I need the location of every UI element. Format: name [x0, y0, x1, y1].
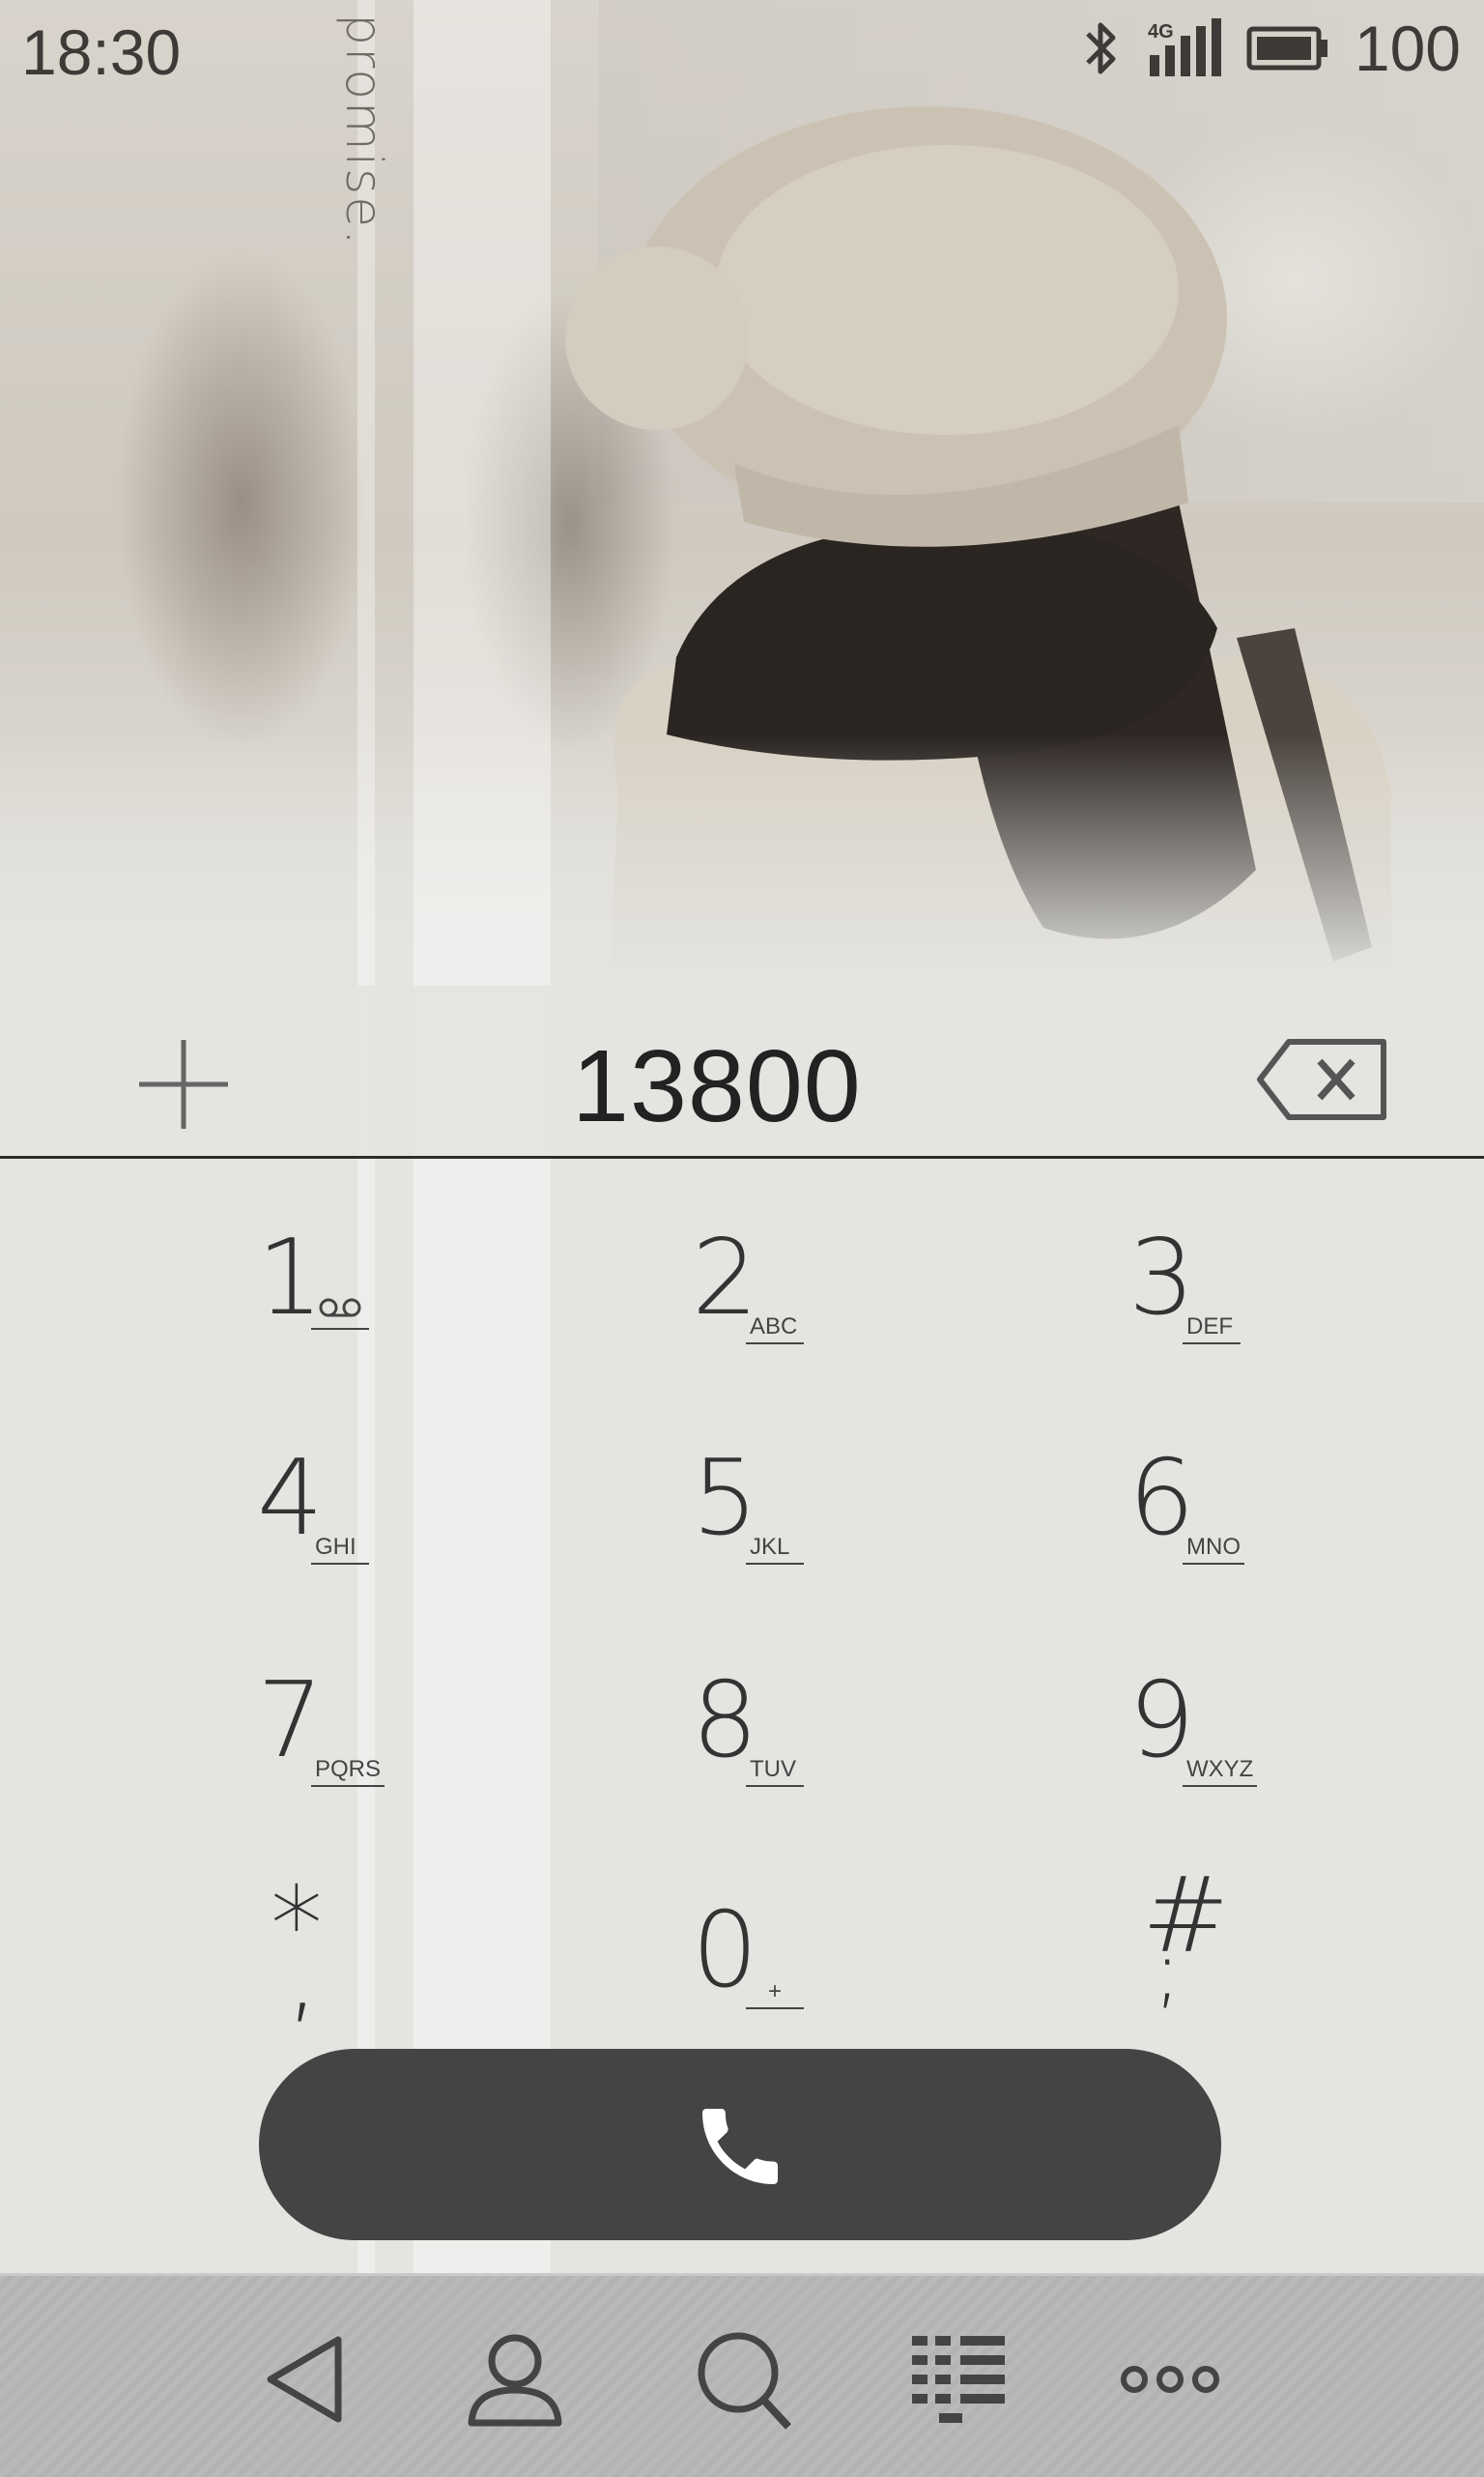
key-0[interactable]: 0 +	[667, 1855, 956, 2048]
signal-4g-icon: 4G	[1148, 18, 1221, 76]
key-letters: +	[746, 1978, 804, 2009]
key-letters: ABC	[746, 1313, 804, 1344]
key-star[interactable]: * ,	[232, 1855, 522, 2048]
key-letters: MNO	[1183, 1534, 1244, 1565]
key-2[interactable]: 2 ABC	[667, 1207, 956, 1400]
add-contact-button[interactable]	[135, 1036, 232, 1133]
search-icon[interactable]	[690, 2326, 796, 2433]
dialpad-icon[interactable]	[906, 2326, 1013, 2433]
key-4[interactable]: 4 GHI	[232, 1427, 522, 1621]
status-icons: 4G 100	[1080, 13, 1461, 84]
key-1[interactable]: 1	[232, 1207, 522, 1400]
dialpad: 1 2 ABC 3 DEF 4 GHI 5 JKL 6 MNO 7 PQRS 8…	[0, 1159, 1484, 2027]
call-button[interactable]	[259, 2049, 1221, 2240]
more-icon[interactable]	[1117, 2326, 1223, 2433]
key-3[interactable]: 3 DEF	[1103, 1207, 1393, 1400]
key-hash[interactable]: # ;	[1103, 1855, 1393, 2048]
key-letters: TUV	[746, 1756, 804, 1787]
key-letters: PQRS	[311, 1756, 385, 1787]
key-letters: WXYZ	[1183, 1756, 1258, 1787]
back-icon[interactable]	[251, 2326, 357, 2433]
key-sub-symbol: ,	[286, 1914, 320, 2034]
status-time: 18:30	[21, 16, 182, 88]
key-letters: JKL	[746, 1534, 804, 1565]
key-8[interactable]: 8 TUV	[667, 1650, 956, 1843]
backspace-icon	[1257, 1039, 1386, 1120]
contacts-icon[interactable]	[462, 2326, 568, 2433]
voicemail-icon	[311, 1296, 369, 1330]
key-letters: DEF	[1183, 1313, 1241, 1344]
wallpaper-image	[0, 0, 1484, 986]
dialed-number[interactable]: 13800	[572, 1028, 862, 1145]
battery-icon	[1246, 26, 1327, 71]
bottom-nav-bar	[0, 2273, 1484, 2477]
backspace-button[interactable]	[1256, 1036, 1391, 1123]
key-5[interactable]: 5 JKL	[667, 1427, 956, 1621]
phone-icon	[702, 2109, 778, 2184]
status-bar: 18:30 4G 100	[0, 0, 1484, 97]
key-7[interactable]: 7 PQRS	[232, 1650, 522, 1843]
plus-icon	[139, 1040, 228, 1129]
network-type-label: 4G	[1148, 21, 1174, 43]
battery-level: 100	[1354, 13, 1461, 84]
key-letters: GHI	[311, 1534, 369, 1565]
bluetooth-icon	[1086, 22, 1116, 74]
key-sub-symbol: ;	[1154, 1923, 1182, 2018]
key-6[interactable]: 6 MNO	[1103, 1427, 1393, 1621]
key-9[interactable]: 9 WXYZ	[1103, 1650, 1393, 1843]
dial-input-bar: 13800	[0, 986, 1484, 1159]
wallpaper-fade	[0, 734, 1484, 986]
